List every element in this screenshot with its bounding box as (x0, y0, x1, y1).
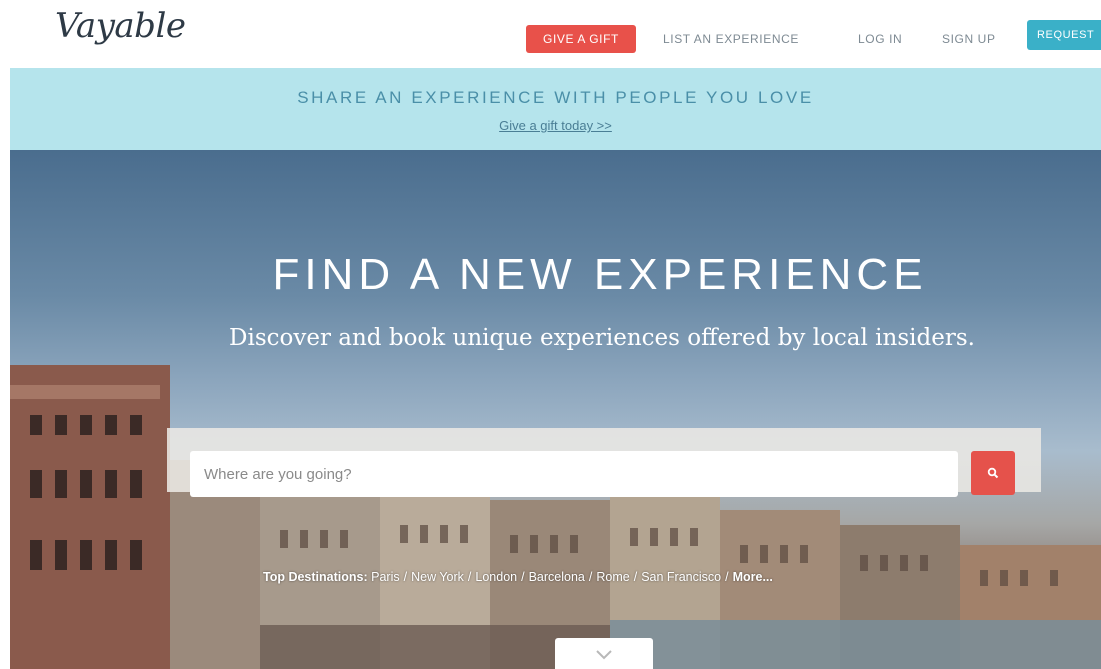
destination-link-san-francisco[interactable]: San Francisco (641, 570, 721, 584)
give-gift-today-link[interactable]: Give a gift today >> (10, 118, 1101, 133)
destination-link-barcelona[interactable]: Barcelona (529, 570, 585, 584)
more-destinations-link[interactable]: More... (733, 570, 773, 584)
top-destinations-label: Top Destinations: (263, 570, 368, 584)
chevron-down-icon (596, 650, 612, 660)
list-an-experience-link[interactable]: LIST AN EXPERIENCE (663, 25, 799, 53)
promo-title: SHARE AN EXPERIENCE WITH PEOPLE YOU LOVE (297, 88, 814, 107)
gift-promo-banner: SHARE AN EXPERIENCE WITH PEOPLE YOU LOVE… (10, 68, 1101, 150)
destination-link-new-york[interactable]: New York (411, 570, 464, 584)
destination-link-london[interactable]: London (475, 570, 517, 584)
hero-section: FIND A NEW EXPERIENCE Discover and book … (10, 150, 1101, 669)
destination-link-rome[interactable]: Rome (596, 570, 629, 584)
site-header: Vayable GIVE A GIFT LIST AN EXPERIENCE L… (0, 0, 1101, 68)
request-button[interactable]: REQUEST (1027, 20, 1101, 50)
sign-up-link[interactable]: SIGN UP (942, 25, 996, 53)
hero-subtitle: Discover and book unique experiences off… (229, 325, 975, 351)
hero-title: FIND A NEW EXPERIENCE (272, 250, 928, 299)
search-button[interactable] (971, 451, 1015, 495)
top-destinations: Top Destinations: Paris / New York / London /… (263, 570, 773, 584)
give-a-gift-button[interactable]: GIVE A GIFT (526, 25, 636, 53)
destination-link-paris[interactable]: Paris (371, 570, 399, 584)
hero-background-image (10, 365, 1101, 669)
search-panel (167, 428, 1041, 497)
scroll-down-button[interactable] (555, 638, 653, 669)
search-icon (987, 467, 999, 479)
destination-search-input[interactable] (190, 451, 958, 497)
log-in-link[interactable]: LOG IN (858, 25, 902, 53)
vayable-logo[interactable]: Vayable (55, 6, 186, 46)
